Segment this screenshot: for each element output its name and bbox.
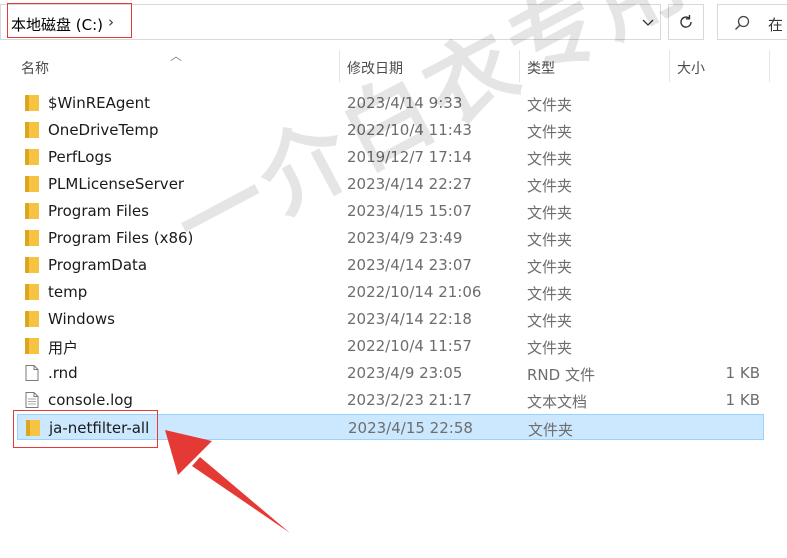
file-date: 2023/4/14 9:33	[347, 94, 463, 112]
file-name: OneDriveTemp	[48, 121, 159, 139]
folder-icon	[25, 257, 39, 273]
file-type: 文件夹	[527, 204, 573, 222]
column-header: ︿ 名称 修改日期 类型 大小	[0, 49, 787, 84]
file-type: 文本文档	[527, 393, 588, 411]
file-row[interactable]: ProgramData 2023/4/14 23:07 文件夹	[17, 252, 764, 278]
address-dropdown-icon[interactable]	[640, 14, 656, 30]
file-name: Program Files	[48, 202, 149, 220]
file-row[interactable]: Program Files (x86) 2023/4/9 23:49 文件夹	[17, 225, 764, 251]
file-row[interactable]: 用户 2022/10/4 11:57 文件夹	[17, 333, 764, 359]
file-row[interactable]: PerfLogs 2019/12/7 17:14 文件夹	[17, 144, 764, 170]
file-type: 文件夹	[528, 421, 574, 439]
file-date: 2019/12/7 17:14	[347, 148, 472, 166]
file-date: 2023/4/9 23:05	[347, 364, 463, 382]
column-name[interactable]: 名称	[21, 58, 49, 78]
sort-up-icon: ︿	[170, 49, 183, 63]
address-highlight-box	[7, 3, 132, 38]
column-divider[interactable]	[669, 50, 670, 82]
file-type: 文件夹	[527, 285, 573, 303]
column-size[interactable]: 大小	[677, 58, 705, 78]
file-type: 文件夹	[527, 312, 573, 330]
file-date: 2023/4/15 22:58	[348, 419, 473, 437]
folder-icon	[25, 176, 39, 192]
file-type: 文件夹	[527, 150, 573, 168]
refresh-button[interactable]	[668, 4, 704, 40]
file-date: 2023/4/15 15:07	[347, 202, 472, 220]
file-row[interactable]: .rnd 2023/4/9 23:05 RND 文件 1 KB	[17, 360, 764, 386]
folder-icon	[25, 203, 39, 219]
file-date: 2023/4/14 23:07	[347, 256, 472, 274]
folder-icon	[25, 149, 39, 165]
file-type: 文件夹	[527, 123, 573, 141]
file-type: 文件夹	[527, 231, 573, 249]
file-row[interactable]: Windows 2023/4/14 22:18 文件夹	[17, 306, 764, 332]
file-date: 2022/10/4 11:57	[347, 337, 472, 355]
file-name: 用户	[48, 339, 79, 357]
file-date: 2023/2/23 21:17	[347, 391, 472, 409]
text-file-icon	[25, 392, 39, 408]
search-icon	[735, 15, 750, 30]
file-size: 1 KB	[725, 391, 760, 409]
file-name: Windows	[48, 310, 115, 328]
file-name: ProgramData	[48, 256, 148, 274]
file-name: PLMLicenseServer	[48, 175, 185, 193]
file-name: temp	[48, 283, 88, 301]
folder-icon	[25, 230, 39, 246]
file-name: PerfLogs	[48, 148, 112, 166]
column-divider[interactable]	[339, 50, 340, 82]
column-modified[interactable]: 修改日期	[347, 58, 403, 78]
file-row[interactable]: temp 2022/10/14 21:06 文件夹	[17, 279, 764, 305]
file-type: 文件夹	[527, 339, 573, 357]
column-divider[interactable]	[519, 50, 520, 82]
file-type: 文件夹	[527, 96, 573, 114]
file-date: 2023/4/14 22:18	[347, 310, 472, 328]
file-date: 2022/10/14 21:06	[347, 283, 482, 301]
file-icon	[25, 365, 39, 381]
file-date: 2023/4/14 22:27	[347, 175, 472, 193]
annotation-arrow-icon	[165, 430, 290, 533]
file-name: Program Files (x86)	[48, 229, 194, 247]
file-date: 2023/4/9 23:49	[347, 229, 463, 247]
file-row[interactable]: PLMLicenseServer 2023/4/14 22:27 文件夹	[17, 171, 764, 197]
search-placeholder: 在	[768, 16, 784, 34]
folder-icon	[25, 338, 39, 354]
file-row[interactable]: $WinREAgent 2023/4/14 9:33 文件夹	[17, 90, 764, 116]
file-type: 文件夹	[527, 258, 573, 276]
column-divider[interactable]	[769, 50, 770, 82]
file-size: 1 KB	[725, 364, 760, 382]
column-type[interactable]: 类型	[527, 58, 555, 78]
folder-highlight-box	[13, 410, 158, 448]
folder-icon	[25, 311, 39, 327]
file-name: $WinREAgent	[48, 94, 151, 112]
file-date: 2022/10/4 11:43	[347, 121, 472, 139]
refresh-icon	[680, 15, 692, 28]
search-box[interactable]: 在	[717, 4, 787, 40]
folder-icon	[25, 122, 39, 138]
file-row[interactable]: Program Files 2023/4/15 15:07 文件夹	[17, 198, 764, 224]
file-type: 文件夹	[527, 177, 573, 195]
file-name: .rnd	[48, 364, 78, 382]
file-type: RND 文件	[527, 366, 595, 384]
folder-icon	[25, 284, 39, 300]
file-name: console.log	[48, 391, 133, 409]
file-row[interactable]: OneDriveTemp 2022/10/4 11:43 文件夹	[17, 117, 764, 143]
folder-icon	[25, 95, 39, 111]
